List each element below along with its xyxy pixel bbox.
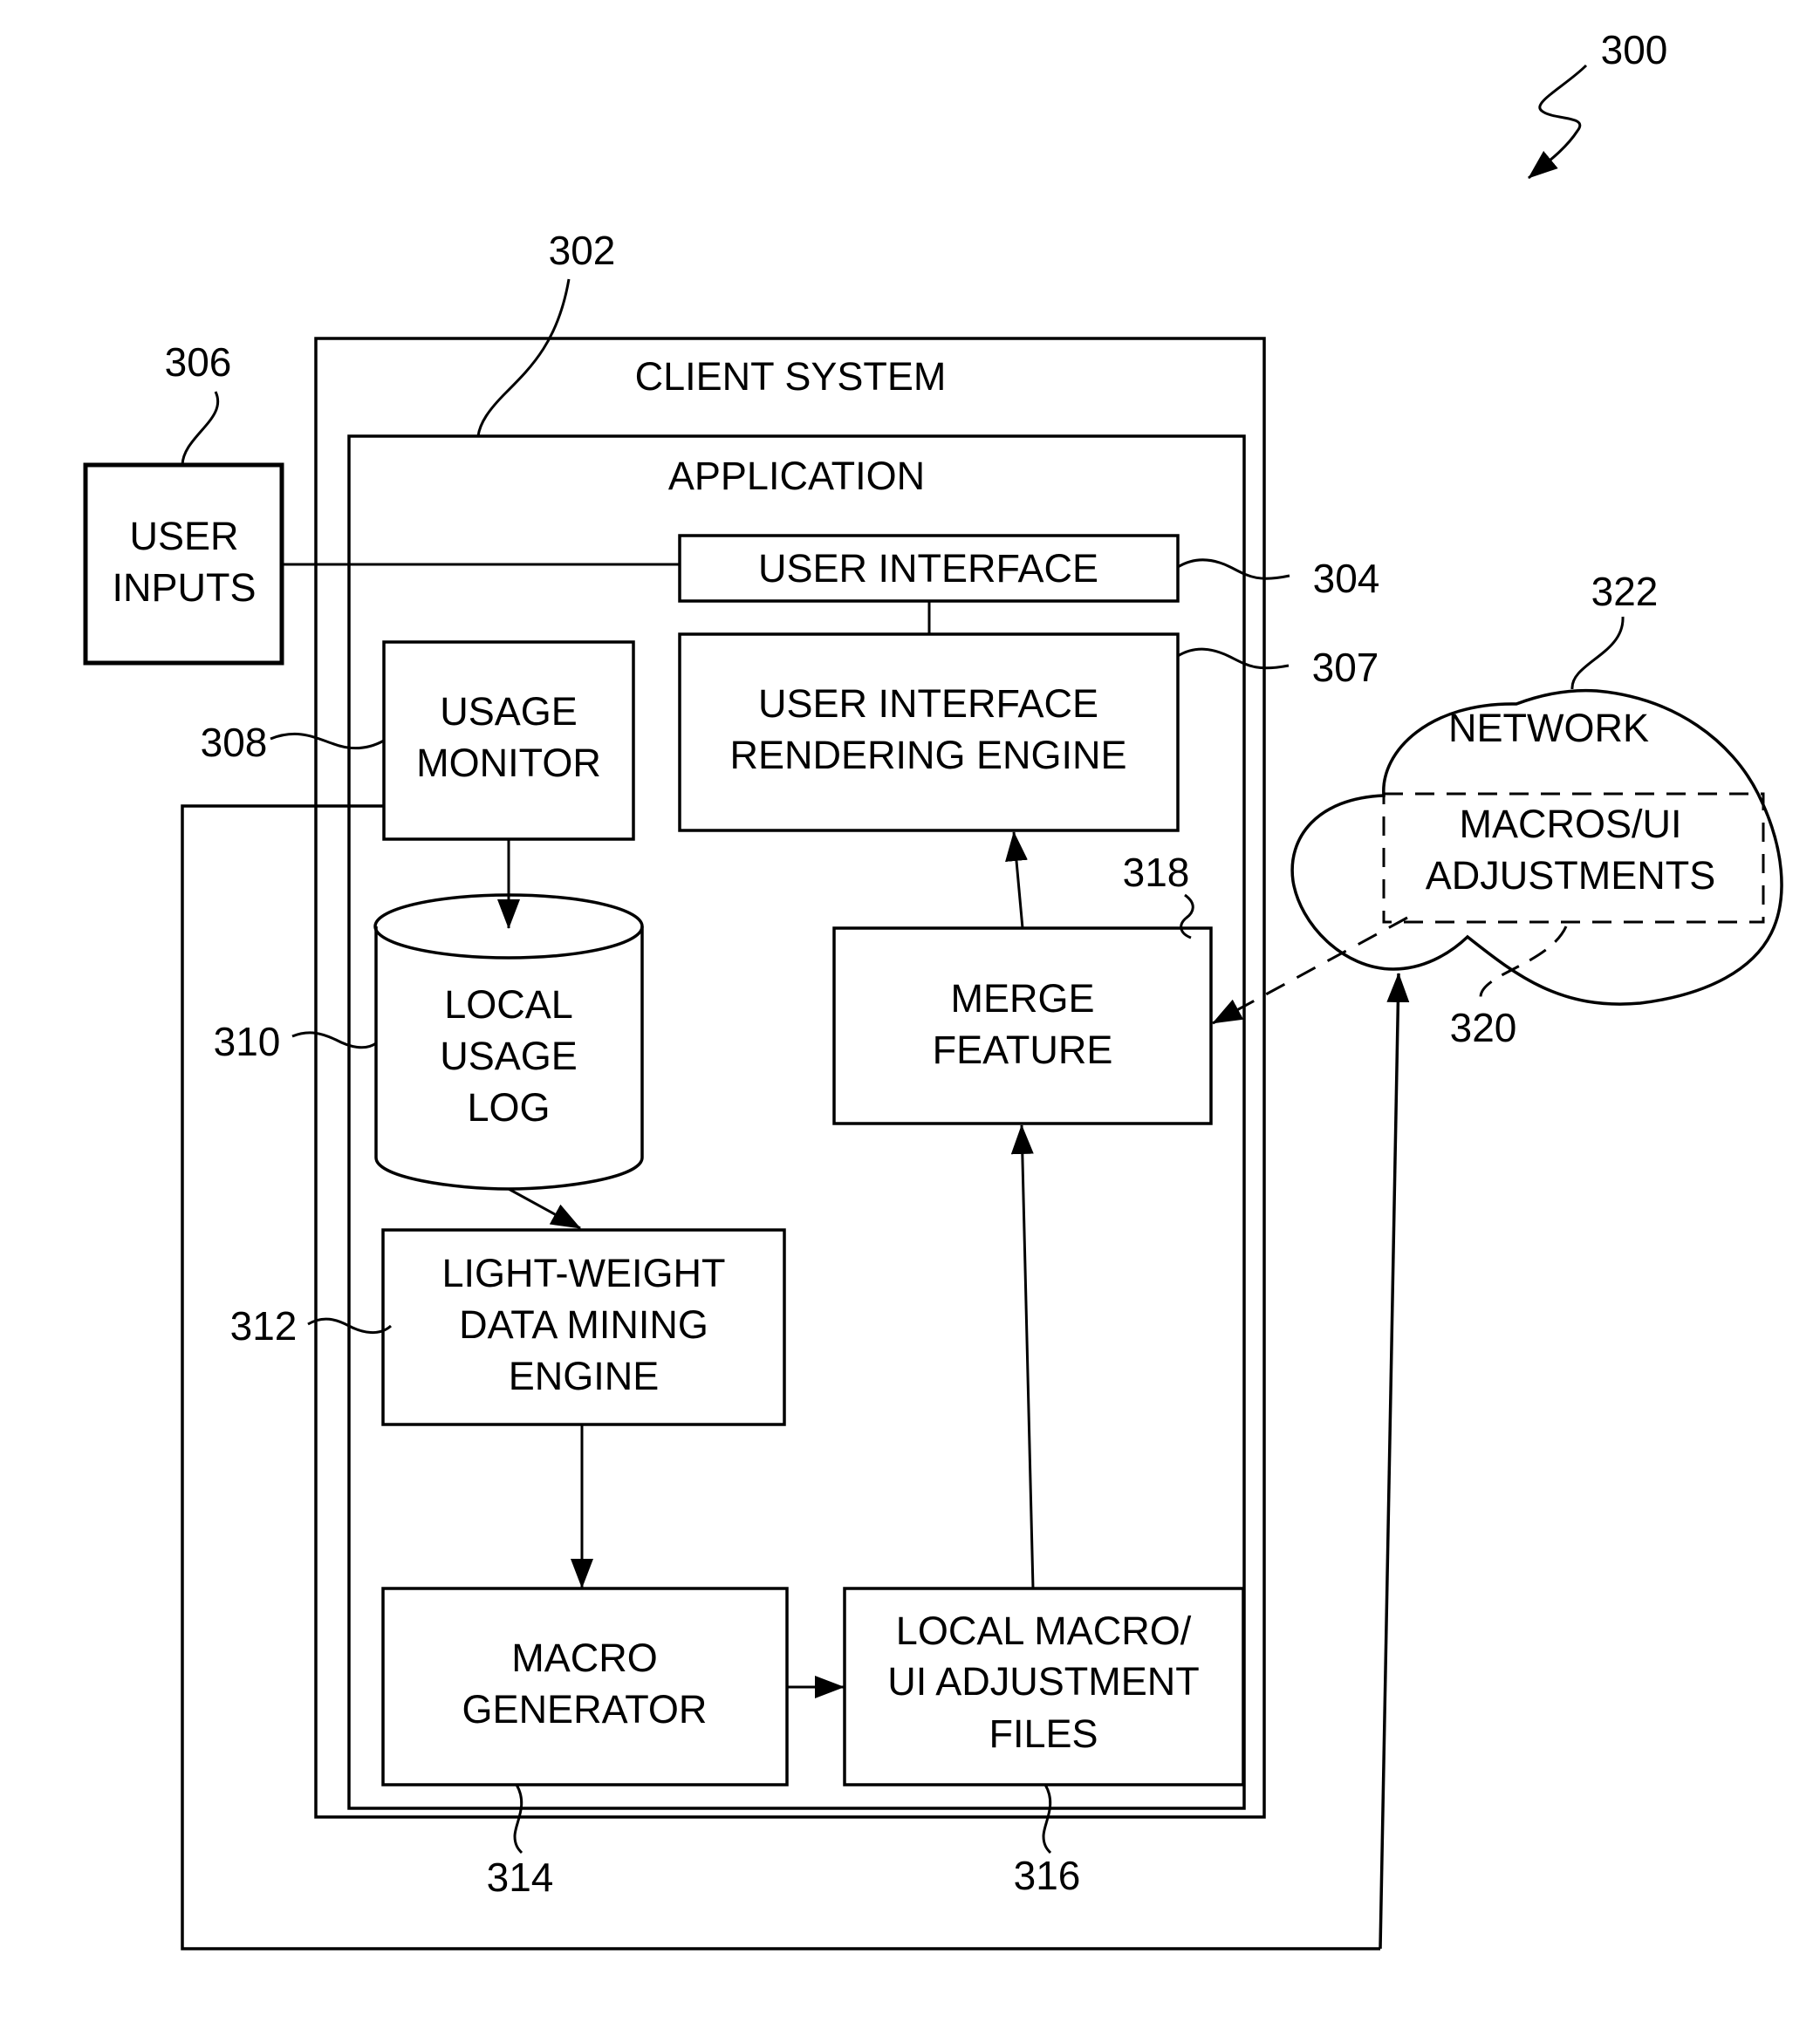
local-usage-log-ref: 310 — [214, 1019, 281, 1064]
data-mining-engine-line-2: DATA MINING — [459, 1302, 708, 1347]
figure-ref-arrow — [1528, 64, 1588, 180]
application-ref-leader — [476, 278, 571, 437]
local-usage-log-ref-leader — [291, 1031, 377, 1049]
application-label: APPLICATION — [668, 454, 925, 498]
user-inputs-box — [83, 462, 284, 666]
user-interface-ref: 304 — [1313, 556, 1380, 601]
merge-feature-ref: 318 — [1123, 850, 1190, 895]
files-to-merge-arrow — [1010, 1124, 1035, 1589]
user-interface: USER INTERFACE 304 — [678, 534, 1380, 603]
user-inputs-ref-leader — [181, 391, 219, 466]
merge-feature-line-1: MERGE — [950, 976, 1094, 1021]
merge-feature-ref-leader — [1180, 893, 1194, 939]
macros-ui-adjustments-ref-leader — [1479, 926, 1568, 998]
local-macro-files-line-2: UI ADJUSTMENT — [887, 1659, 1200, 1704]
local-usage-log-line-3: LOG — [467, 1085, 550, 1130]
data-mining-engine-line-3: ENGINE — [509, 1354, 660, 1398]
user-inputs: USER INPUTS 306 — [83, 339, 284, 666]
data-mining-engine-line-1: LIGHT-WEIGHT — [442, 1251, 726, 1295]
network-ref-leader — [1570, 616, 1625, 690]
user-inputs-line-2: INPUTS — [112, 565, 256, 610]
user-inputs-line-1: USER — [129, 514, 238, 558]
user-interface-label: USER INTERFACE — [758, 546, 1098, 591]
ui-rendering-engine-line-1: USER INTERFACE — [758, 681, 1098, 726]
local-usage-log-line-2: USAGE — [440, 1034, 578, 1078]
usage-monitor-ref-leader — [270, 732, 385, 750]
local-macro-files: LOCAL MACRO/ UI ADJUSTMENT FILES 316 — [843, 1587, 1245, 1898]
merge-feature-line-2: FEATURE — [933, 1028, 1113, 1072]
local-macro-files-line-3: FILES — [989, 1711, 1098, 1756]
network-label: NETWORK — [1448, 706, 1649, 750]
macro-generator-line-2: GENERATOR — [462, 1687, 708, 1732]
ui-rendering-engine-ref-leader — [1177, 647, 1290, 670]
figure-ref-300: 300 — [1528, 27, 1668, 180]
usage-monitor-ref: 308 — [201, 720, 268, 765]
local-usage-log-line-1: LOCAL — [444, 982, 573, 1027]
user-interface-ref-leader — [1177, 558, 1290, 580]
macro-generator: MACRO GENERATOR 314 — [381, 1587, 789, 1900]
data-mining-engine: LIGHT-WEIGHT DATA MINING ENGINE 312 — [230, 1228, 786, 1426]
usage-monitor-line-1: USAGE — [440, 689, 578, 734]
macros-ui-adjustments-ref: 320 — [1450, 1005, 1517, 1050]
ui-rendering-engine-line-2: RENDERING ENGINE — [729, 733, 1126, 777]
usage-to-network-arrow — [1379, 973, 1410, 1950]
data-mining-engine-ref: 312 — [230, 1303, 298, 1349]
application-ref: 302 — [549, 228, 616, 273]
local-macro-files-line-1: LOCAL MACRO/ — [896, 1609, 1192, 1653]
user-inputs-ref: 306 — [165, 339, 232, 385]
merge-to-rendering-arrow — [1005, 831, 1028, 929]
macros-ui-adjustments-line-2: ADJUSTMENTS — [1426, 853, 1716, 898]
macro-generator-ref: 314 — [487, 1855, 554, 1900]
macros-ui-adjustments: MACROS/UI ADJUSTMENTS 320 — [1382, 792, 1765, 1050]
client-system-label: CLIENT SYSTEM — [635, 354, 947, 399]
usage-monitor: USAGE MONITOR 308 — [201, 640, 635, 841]
local-usage-log: LOCAL USAGE LOG 310 — [214, 893, 644, 1191]
log-to-mining-arrow — [508, 1187, 581, 1230]
macro-generator-ref-leader — [513, 1784, 523, 1855]
local-macro-files-ref-leader — [1042, 1784, 1052, 1855]
system-diagram: 300 CLIENT SYSTEM APPLICATION 302 USER I… — [83, 27, 1783, 1950]
network-to-merge-dashed-arrow — [1212, 916, 1408, 1025]
ui-rendering-engine: USER INTERFACE RENDERING ENGINE 307 — [678, 632, 1379, 832]
ui-rendering-engine-ref: 307 — [1312, 645, 1379, 690]
local-macro-files-ref: 316 — [1014, 1853, 1081, 1898]
usage-feedback-line — [181, 804, 1380, 1950]
merge-feature: MERGE FEATURE 318 — [832, 850, 1213, 1125]
network-ref: 322 — [1591, 569, 1659, 614]
macro-generator-line-1: MACRO — [511, 1636, 658, 1680]
merge-feature-box — [832, 926, 1213, 1125]
figure-ref-label: 300 — [1601, 27, 1668, 72]
macros-ui-adjustments-line-1: MACROS/UI — [1459, 802, 1681, 846]
usage-monitor-line-2: MONITOR — [416, 741, 601, 785]
